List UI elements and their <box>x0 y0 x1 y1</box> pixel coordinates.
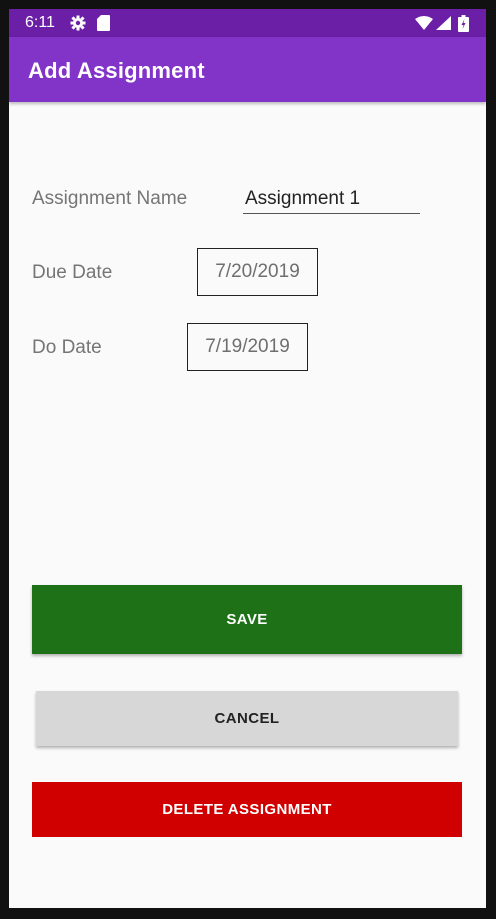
status-bar: 6:11 <box>9 9 486 37</box>
app-bar: Add Assignment <box>9 37 486 102</box>
cancel-button[interactable]: CANCEL <box>36 691 458 746</box>
battery-icon <box>458 15 469 32</box>
gear-icon <box>70 15 86 31</box>
status-time: 6:11 <box>25 14 55 31</box>
delete-assignment-button[interactable]: DELETE ASSIGNMENT <box>32 782 462 837</box>
assignment-name-label: Assignment Name <box>32 188 188 209</box>
app-screen: 6:11 Add Assignment Assignment Name Assi… <box>9 9 486 908</box>
sd-card-icon <box>97 15 110 31</box>
signal-icon <box>436 16 451 30</box>
due-date-label: Due Date <box>32 262 113 283</box>
do-date-label: Do Date <box>32 337 102 358</box>
assignment-name-input[interactable] <box>243 185 420 214</box>
page-title: Add Assignment <box>28 58 205 83</box>
device-frame: 6:11 Add Assignment Assignment Name Assi… <box>0 0 496 919</box>
save-button[interactable]: SAVE <box>32 585 462 654</box>
due-date-button[interactable]: 7/20/2019 <box>197 248 318 296</box>
wifi-icon <box>415 16 433 30</box>
do-date-button[interactable]: 7/19/2019 <box>187 323 308 371</box>
